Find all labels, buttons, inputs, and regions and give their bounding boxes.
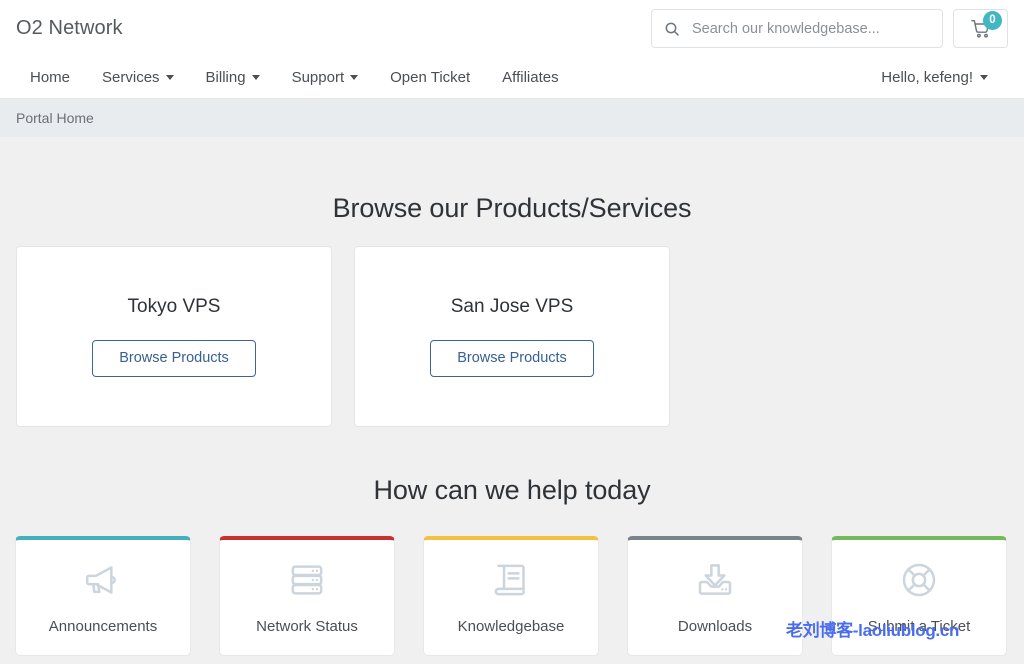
site-brand[interactable]: O2 Network [16, 17, 123, 40]
product-name: San Jose VPS [451, 296, 574, 318]
nav-label: Support [292, 69, 345, 86]
chevron-down-icon [166, 75, 174, 80]
main-content: Browse our Products/Services Tokyo VPS B… [0, 137, 1024, 656]
nav-item-services[interactable]: Services [86, 69, 190, 86]
browse-products-button[interactable]: Browse Products [92, 340, 256, 377]
search-icon [664, 21, 680, 37]
search-input[interactable] [692, 21, 930, 37]
help-card-label: Knowledgebase [458, 618, 565, 635]
help-card-knowledgebase[interactable]: Knowledgebase [423, 536, 599, 656]
product-card-row: Tokyo VPS Browse Products San Jose VPS B… [0, 224, 1024, 427]
top-header: O2 Network 0 [0, 0, 1024, 57]
breadcrumb: Portal Home [0, 99, 1024, 137]
chevron-down-icon [252, 75, 260, 80]
chevron-down-icon [980, 75, 988, 80]
server-icon [287, 560, 327, 600]
nav-list: Home Services Billing Support Open Ticke… [16, 69, 575, 86]
help-card-downloads[interactable]: Downloads [627, 536, 803, 656]
search-box[interactable] [651, 9, 943, 48]
product-card-tokyo-vps[interactable]: Tokyo VPS Browse Products [16, 246, 332, 427]
help-card-row: Announcements Network Status [0, 506, 1024, 656]
nav-label: Services [102, 69, 160, 86]
help-card-label: Announcements [49, 618, 157, 635]
nav-label: Affiliates [502, 69, 558, 86]
help-section-title: How can we help today [0, 427, 1024, 506]
main-navbar: Home Services Billing Support Open Ticke… [0, 57, 1024, 99]
help-card-label: Downloads [678, 618, 752, 635]
browse-products-button[interactable]: Browse Products [430, 340, 594, 377]
chevron-down-icon [350, 75, 358, 80]
header-right-group: 0 [651, 9, 1008, 48]
help-card-label: Submit a Ticket [868, 618, 971, 635]
megaphone-icon [83, 560, 123, 600]
cart-count-badge: 0 [983, 11, 1002, 30]
life-ring-icon [899, 560, 939, 600]
user-menu-label: Hello, kefeng! [881, 69, 973, 86]
book-icon [491, 560, 531, 600]
user-menu[interactable]: Hello, kefeng! [881, 69, 1008, 86]
nav-item-billing[interactable]: Billing [190, 69, 276, 86]
help-card-network-status[interactable]: Network Status [219, 536, 395, 656]
nav-item-open-ticket[interactable]: Open Ticket [374, 69, 486, 86]
breadcrumb-item-portal-home[interactable]: Portal Home [16, 110, 94, 126]
page-title: Browse our Products/Services [0, 137, 1024, 224]
nav-item-support[interactable]: Support [276, 69, 375, 86]
cart-button[interactable]: 0 [953, 9, 1008, 48]
nav-item-home[interactable]: Home [16, 69, 86, 86]
download-icon [695, 560, 735, 600]
help-card-label: Network Status [256, 618, 358, 635]
product-name: Tokyo VPS [128, 296, 221, 318]
help-card-announcements[interactable]: Announcements [15, 536, 191, 656]
nav-label: Open Ticket [390, 69, 470, 86]
nav-item-affiliates[interactable]: Affiliates [486, 69, 574, 86]
nav-label: Billing [206, 69, 246, 86]
nav-label: Home [30, 69, 70, 86]
help-card-submit-ticket[interactable]: Submit a Ticket [831, 536, 1007, 656]
product-card-san-jose-vps[interactable]: San Jose VPS Browse Products [354, 246, 670, 427]
